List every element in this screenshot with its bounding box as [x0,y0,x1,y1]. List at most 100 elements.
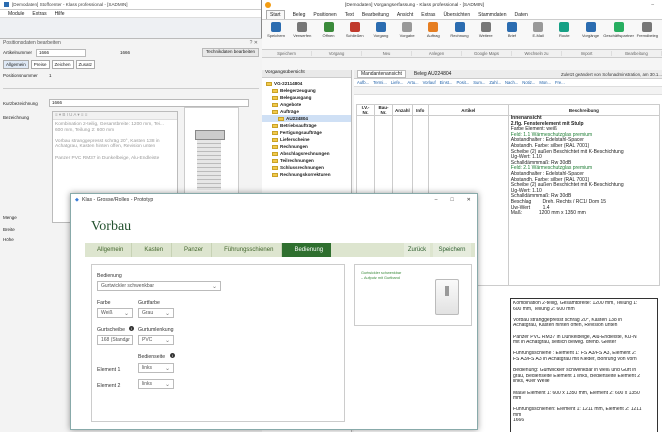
step-allgemein[interactable]: Allgemein [85,243,133,257]
save-button[interactable]: Speichern [433,243,471,257]
menu-hilfe[interactable]: Hilfe [55,11,65,17]
ribbon-button[interactable]: Vorgabe [397,22,417,38]
element1-select[interactable]: links ⌄ [138,363,174,373]
gurtfarbe-select[interactable]: Grau ⌄ [138,308,174,318]
ribbon-button[interactable]: Öffnen [318,22,338,38]
ribbon-tab[interactable]: Bearbeitung [362,12,389,18]
beleg-toolbar-item[interactable]: Zahl... [489,80,501,85]
step-führungsschienen[interactable]: Führungsschienen [212,243,283,257]
beleg-toolbar-item[interactable]: Nach... [505,80,518,85]
folder-icon [272,123,278,128]
col-beschreibung[interactable]: Beschreibung [507,104,661,116]
ribbon-tab[interactable]: Positionen [313,12,336,18]
ribbon-tab[interactable]: Extras [421,12,435,18]
col-info[interactable]: Info [411,104,429,116]
beleg-toolbar-item[interactable]: Aufb... [357,80,369,85]
tree-item[interactable]: Rechnungen [262,143,351,150]
col-baunr[interactable]: Bau-Nr. [374,104,393,116]
step-kasten[interactable]: Kasten [132,243,173,257]
maximize-icon[interactable]: □ [451,197,454,203]
tree-item[interactable]: Rechnungskorrekturen [262,171,351,178]
ribbon-tab[interactable]: Ansicht [397,12,413,18]
beleg-toolbar-item[interactable]: Liefe... [391,80,404,85]
beleg-toolbar-item[interactable]: Mon... [539,80,551,85]
folder-icon [272,130,278,135]
ribbon-tab[interactable]: Beleg [293,12,306,18]
menu-extras[interactable]: Extras [32,11,46,17]
tree-item[interactable]: Belegausgang [262,94,351,101]
ribbon-button[interactable]: Route [554,22,574,38]
kurzbez-input[interactable]: 1666 [49,99,249,107]
ribbon-tab[interactable]: Übersichten [443,12,470,18]
beleg-toolbar-item[interactable]: Notiz... [522,80,535,85]
gurtumlenkung-select[interactable]: PVC ⌄ [138,335,174,345]
ribbon-button[interactable]: Schließen [345,22,365,38]
ribbon-button[interactable]: Fremdbeleg [637,22,658,38]
ribbon-button[interactable]: Brief [502,22,522,38]
step-bedienung[interactable]: Bedienung [282,243,332,257]
subtab-mandant[interactable]: Mandantenansicht [357,70,406,78]
bedienung-label: Bedienung [97,273,122,279]
ribbon-button[interactable]: Weitere [476,22,496,38]
tab-preise[interactable]: Preise [30,60,50,69]
ribbon-tab[interactable]: Stammdaten [478,12,506,18]
element1-value: links [142,365,153,371]
tree-item[interactable]: Schlussrechnungen [262,164,351,171]
beleg-toolbar-item[interactable]: Fre... [555,80,565,85]
beleg-toolbar-item[interactable]: Einst... [440,80,453,85]
ribbon-button[interactable]: Vorgänge [580,22,600,38]
ribbon-button[interactable]: Rechnung [449,22,469,38]
bedienung-select[interactable]: Gurtwickler schwenkbar ⌄ [97,281,221,291]
beleg-toolbar-item[interactable]: Termi... [373,80,387,85]
beleg-toolbar-item[interactable]: Vorlauf [423,80,436,85]
subtab-beleg[interactable]: Beleg AU224804 [414,71,452,77]
minimize-icon[interactable]: – [435,197,438,203]
ribbon-button[interactable]: Verwerfen [292,22,312,38]
tree-item[interactable]: Belegerzeugung [262,87,351,94]
ribbon-tab[interactable]: Text [345,12,354,18]
back-button[interactable]: Zurück [404,243,430,257]
tree-item[interactable]: Fertigungsaufträge [262,129,351,136]
ribbon-button[interactable]: Speichern [266,22,286,38]
gurtscheibe-select[interactable]: 168 (Standar ⌄ [97,335,133,345]
ribbon-icon [375,22,386,32]
beleg-toolbar-item[interactable]: Artu... [407,80,418,85]
ribbon-button-label: Brief [507,33,517,38]
tree-item[interactable]: Abschlagsrechnungen [262,150,351,157]
tree-item[interactable]: Betriebsaufträge [262,122,351,129]
tab-zeichen[interactable]: Zeichen [51,60,74,69]
col-anzahl[interactable]: Anzahl [392,104,413,116]
element2-select[interactable]: links ⌄ [138,379,174,389]
tree-item[interactable]: Angebote [262,101,351,108]
ribbon-button[interactable]: E-Mail [528,22,548,38]
tree-item[interactable]: Teilrechnungen [262,157,351,164]
beleg-toolbar-item[interactable]: Posit... [456,80,469,85]
tab-zusatz[interactable]: Zusatz [75,60,96,69]
ribbon-tabs: Start Beleg Positionen Text Bearbeitung Ansic… [262,10,662,20]
beleg-toolbar-item[interactable]: Sum... [473,80,485,85]
col-artikel[interactable]: Artikel [427,104,509,116]
tree-item[interactable]: Aufträge [262,108,351,115]
ribbon-tab[interactable]: Daten [514,12,527,18]
edit-tech-button[interactable]: Technikdaten bearbeiten [201,48,259,57]
tab-allgemein[interactable]: Allgemein [3,60,29,69]
article-input[interactable]: 1666 [36,48,87,57]
menu-module[interactable]: Module [8,11,24,17]
ribbon-button[interactable]: Vorgang [371,22,391,38]
ribbon-tab[interactable]: Start [266,10,285,19]
farbe-select[interactable]: Weiß ⌄ [97,308,133,318]
gurtwickler-image [435,279,459,315]
chevron-down-icon: ⌄ [164,366,170,372]
ribbon-button[interactable]: Auftrag [423,22,443,38]
close-icon[interactable]: ? ✕ [250,40,258,46]
col-ivnr[interactable]: I.V.-Nr. [356,104,375,116]
tree-item[interactable]: AU224804 [262,115,351,122]
editor-toolbar[interactable]: ≡ ▾ B I U A ▾ ≡ ≡ [53,112,177,120]
step-panzer[interactable]: Panzer [172,243,213,257]
gurtscheibe-label: Gurtscheibe [97,327,125,333]
tree-item[interactable]: Lieferscheine [262,136,351,143]
close-icon[interactable]: ✕ [467,197,471,203]
tree-item[interactable]: VG-22114804 [262,80,351,87]
ribbon-button[interactable]: Geschäftspartner [603,22,634,38]
minimize-icon[interactable]: – [651,2,654,8]
